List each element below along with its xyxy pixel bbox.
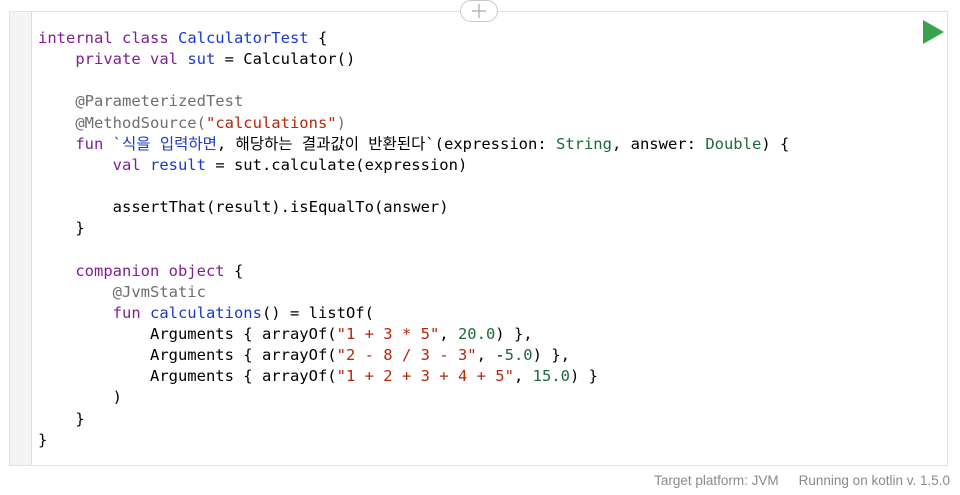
code-token: fun xyxy=(112,303,150,322)
code-line: @ParameterizedTest xyxy=(38,91,789,112)
code-line: Arguments { arrayOf("1 + 3 * 5", 20.0) }… xyxy=(38,324,789,345)
code-token: ) xyxy=(38,388,122,407)
code-token: Arguments { arrayOf( xyxy=(38,324,337,343)
code-token: `식을 입력하면 xyxy=(112,134,217,153)
code-token: ) }, xyxy=(532,346,570,365)
code-token: , xyxy=(513,367,533,386)
code-line: internal class CalculatorTest { xyxy=(38,28,789,49)
kotlin-version-label: Running on kotlin v. 1.5.0 xyxy=(798,473,950,488)
code-line: Arguments { arrayOf("2 - 8 / 3 - 3", -5.… xyxy=(38,345,789,366)
code-token: , answer: xyxy=(611,134,706,153)
code-token: 5.0 xyxy=(504,346,533,365)
code-token: = sut.calculate(expression) xyxy=(205,155,468,174)
code-token: @MethodSource( xyxy=(75,113,206,132)
code-line: ) xyxy=(38,387,789,408)
code-token: @JvmStatic xyxy=(112,282,206,301)
code-line: } xyxy=(38,409,789,430)
add-cell-button[interactable] xyxy=(460,0,498,22)
code-line: } xyxy=(38,218,789,239)
code-token: sut xyxy=(187,50,216,69)
code-token: { xyxy=(308,29,328,47)
code-token: 20.0 xyxy=(457,324,496,343)
code-token: { xyxy=(233,261,244,280)
code-token: ) }, xyxy=(495,324,533,343)
code-token: calculations xyxy=(149,303,262,322)
code-token: companion object xyxy=(75,261,234,280)
code-token: , - xyxy=(476,346,505,365)
status-footer: Target platform: JVM Running on kotlin v.… xyxy=(654,473,950,488)
code-line: private val sut = Calculator() xyxy=(38,49,789,70)
code-token: val xyxy=(112,155,150,174)
code-token: ) { xyxy=(761,134,790,153)
code-token: String xyxy=(555,134,612,153)
code-token: result xyxy=(149,155,206,174)
code-token: ) xyxy=(336,113,346,132)
code-token: } xyxy=(38,219,85,238)
code-line: fun calculations() = listOf( xyxy=(38,303,789,324)
code-token: private val xyxy=(75,50,188,69)
code-token: Arguments { arrayOf( xyxy=(38,346,337,365)
code-token: 15.0 xyxy=(532,367,570,386)
code-editor[interactable]: internal class CalculatorTest { private … xyxy=(9,0,948,466)
code-line: @JvmStatic xyxy=(38,282,789,303)
code-token: "2 - 8 / 3 - 3" xyxy=(336,346,477,365)
code-line: Arguments { arrayOf("1 + 2 + 3 + 4 + 5",… xyxy=(38,366,789,387)
code-token: Arguments { arrayOf( xyxy=(38,367,337,386)
play-icon xyxy=(923,20,944,44)
code-token: } xyxy=(38,409,85,428)
line-gutter xyxy=(10,12,32,465)
code-line: companion object { xyxy=(38,261,789,282)
plus-icon xyxy=(472,4,486,18)
code-line: @MethodSource("calculations") xyxy=(38,113,789,134)
code-token: "1 + 3 * 5" xyxy=(336,324,440,343)
code-token: internal class xyxy=(38,29,178,47)
code-token: fun xyxy=(75,134,113,153)
code-token: = Calculator() xyxy=(215,50,356,69)
run-button[interactable] xyxy=(921,19,945,45)
target-platform-label: Target platform: JVM xyxy=(654,473,779,488)
code-token: ) } xyxy=(569,367,598,386)
code-area[interactable]: internal class CalculatorTest { private … xyxy=(38,28,789,451)
code-token: , xyxy=(439,324,458,343)
code-token: assertThat(result).isEqualTo(answer) xyxy=(38,198,449,217)
code-line: } xyxy=(38,430,789,451)
code-line: fun `식을 입력하면, 해당하는 결과값이 반환된다`(expression… xyxy=(38,134,789,155)
code-token: CalculatorTest xyxy=(177,29,309,47)
code-line: val result = sut.calculate(expression) xyxy=(38,155,789,176)
code-token: } xyxy=(38,430,48,449)
code-token: @ParameterizedTest xyxy=(75,92,244,111)
code-token: () = listOf( xyxy=(261,303,374,322)
code-token: "1 + 2 + 3 + 4 + 5" xyxy=(336,367,514,386)
code-token: , 해당하는 결과값이 반환된다`(expression: xyxy=(216,134,556,153)
code-token: "calculations" xyxy=(205,113,337,132)
code-token: Double xyxy=(705,134,762,153)
code-line: assertThat(result).isEqualTo(answer) xyxy=(38,197,789,218)
